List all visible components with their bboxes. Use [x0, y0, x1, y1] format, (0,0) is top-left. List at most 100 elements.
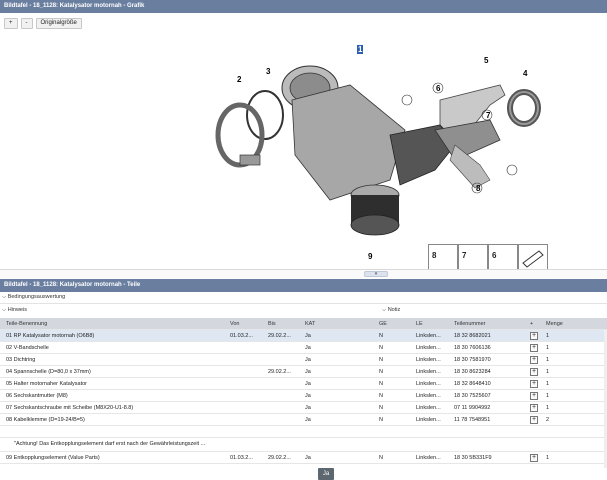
kat-value: Ja	[305, 393, 311, 399]
parts-diagram: 1 2 3 4 5 6 7 8 9	[215, 45, 541, 261]
callout-2[interactable]: 2	[237, 75, 242, 84]
ge-value: N	[379, 455, 383, 461]
notes-section-toggle[interactable]: ⌵ Notiz	[382, 306, 400, 315]
hardware-thumb-8[interactable]: 8	[428, 244, 458, 270]
add-to-cart-button[interactable]: +	[530, 416, 538, 424]
table-row[interactable]: 08 Kabelklemme (D=19-24/B=5) Ja N Linkslen.…	[0, 414, 607, 426]
graphic-panel-title: Bildtafel - 18_1128: Katalysator motorna…	[0, 0, 607, 13]
part-number: 18 30 5B331F9	[454, 455, 492, 461]
original-size-button[interactable]: Originalgröße	[35, 18, 82, 29]
valid-to: 29.02.2...	[268, 369, 291, 375]
column-header[interactable]: GE	[379, 318, 409, 330]
le-value: Linkslen...	[416, 381, 441, 387]
add-to-cart-button[interactable]: +	[530, 368, 538, 376]
zoom-out-button[interactable]: -	[20, 18, 33, 29]
hardware-legend: 8 7 6	[428, 244, 548, 270]
clamp-part-4[interactable]	[507, 89, 541, 127]
ge-value: N	[379, 333, 383, 339]
valid-from: 01.03.2...	[230, 333, 253, 339]
column-header[interactable]: LE	[416, 318, 450, 330]
valid-to: 29.02.2...	[268, 333, 291, 339]
kat-value: Ja	[305, 455, 311, 461]
le-value: Linkslen...	[416, 333, 441, 339]
table-row[interactable]: 04 Spannschelle (D=80,0 x 37mm) 29.02.2..…	[0, 366, 607, 378]
chevron-down-icon: ⌵	[2, 294, 7, 300]
quantity-value: 2	[546, 417, 550, 423]
callout-6[interactable]: 6	[436, 84, 441, 93]
add-to-cart-button[interactable]: +	[530, 392, 538, 400]
chevron-down-icon: ⌵	[382, 307, 387, 313]
le-value: Linkslen...	[416, 369, 441, 375]
part-name: 02 V-Bandschelle	[6, 345, 49, 351]
part-number: 11 78 7548951	[454, 417, 491, 423]
quantity-value: 1	[546, 345, 550, 351]
table-row[interactable]: 09 Entkopplungselement (Value Parts) 01.…	[0, 452, 607, 464]
hint-section-toggle[interactable]: ⌵ Hinweis	[2, 306, 27, 315]
part-name: 07 Sechskantschraube mit Scheibe (M8X20-…	[6, 405, 134, 411]
parts-table: Teile-Benennung Von Bis KAT GE LE Teilen…	[0, 318, 607, 464]
callout-3[interactable]: 3	[266, 67, 271, 76]
zoom-in-button[interactable]: +	[4, 18, 18, 29]
column-header[interactable]: Menge	[546, 318, 576, 330]
chevron-down-icon: ⌵	[2, 307, 7, 313]
hardware-thumb-6[interactable]: 6	[488, 244, 518, 270]
callout-4[interactable]: 4	[523, 69, 528, 78]
column-header[interactable]: Teile-Benennung	[6, 318, 226, 330]
part-name: 09 Entkopplungselement (Value Parts)	[6, 455, 100, 461]
add-to-cart-button[interactable]: +	[530, 454, 538, 462]
ge-value: N	[379, 345, 383, 351]
table-row[interactable]: 02 V-Bandschelle Ja N Linkslen... 18 30 7606…	[0, 342, 607, 354]
callout-9[interactable]: 9	[368, 252, 373, 261]
column-header[interactable]: KAT	[305, 318, 365, 330]
table-row[interactable]: 05 Halter motornaher Katalysator Ja N Links…	[0, 378, 607, 390]
ge-value: N	[379, 417, 383, 423]
parts-panel-title: Bildtafel - 18_1128: Katalysator motorna…	[0, 279, 607, 292]
part-name: 05 Halter motornaher Katalysator	[6, 381, 88, 387]
column-header[interactable]: Teilenummer	[454, 318, 524, 330]
ge-value: N	[379, 393, 383, 399]
quantity-value: 1	[546, 333, 550, 339]
add-to-cart-button[interactable]: +	[530, 356, 538, 364]
part-name: 04 Spannschelle (D=80,0 x 37mm)	[6, 369, 91, 375]
column-header[interactable]: Bis	[268, 318, 300, 330]
part-name: 03 Dichtring	[6, 357, 36, 363]
catalyst-part[interactable]	[281, 65, 501, 201]
sealing-ring-part[interactable]	[246, 90, 284, 140]
kat-value: Ja	[305, 405, 311, 411]
kat-value: Ja	[305, 417, 311, 423]
add-to-cart-button[interactable]: +	[530, 380, 538, 388]
part-number: 18 30 7581970	[454, 357, 491, 363]
column-header[interactable]: Von	[230, 318, 266, 330]
part-number: 18 30 8623284	[454, 369, 491, 375]
column-header[interactable]: +	[530, 318, 542, 330]
le-value: Linkslen...	[416, 357, 441, 363]
table-row[interactable]: 06 Sechskantmutter (M8) Ja N Linkslen... 18 …	[0, 390, 607, 402]
quantity-value: 1	[546, 393, 550, 399]
table-row[interactable]: 07 Sechskantschraube mit Scheibe (M8X20-…	[0, 402, 607, 414]
kat-value: Ja	[305, 333, 311, 339]
panel-splitter[interactable]: ▾	[0, 269, 607, 278]
decoupling-element-part[interactable]	[350, 184, 400, 236]
part-number: 18 30 7525607	[454, 393, 491, 399]
condition-section-toggle[interactable]: ⌵ Bedingungsauswertung	[2, 293, 65, 302]
callout-1[interactable]: 1	[358, 45, 363, 54]
callout-5[interactable]: 5	[484, 56, 489, 65]
quantity-value: 1	[546, 405, 550, 411]
part-number: 07 11 9904992	[454, 405, 491, 411]
table-row[interactable]: 01 RP Katalysator motornah (O6B8) 01.03.2…	[0, 330, 607, 342]
kat-value: Ja	[305, 345, 311, 351]
quantity-value: 1	[546, 369, 550, 375]
collapse-toggle-icon[interactable]: ▾	[364, 271, 388, 277]
le-value: Linkslen...	[416, 393, 441, 399]
add-to-cart-button[interactable]: +	[530, 332, 538, 340]
add-to-cart-button[interactable]: +	[530, 404, 538, 412]
add-to-cart-button[interactable]: +	[530, 344, 538, 352]
table-header: Teile-Benennung Von Bis KAT GE LE Teilen…	[0, 318, 607, 330]
part-name: 01 RP Katalysator motornah (O6B8)	[6, 333, 95, 339]
hardware-thumb-7[interactable]: 7	[458, 244, 488, 270]
graphic-toolbar: + - Originalgröße	[4, 18, 82, 29]
table-row[interactable]: 03 Dichtring Ja N Linkslen... 18 30 7581970 +…	[0, 354, 607, 366]
pager-button[interactable]: Ja	[318, 468, 334, 480]
direction-arrow-icon	[518, 244, 548, 270]
part-number: 18 30 7606136	[454, 345, 491, 351]
